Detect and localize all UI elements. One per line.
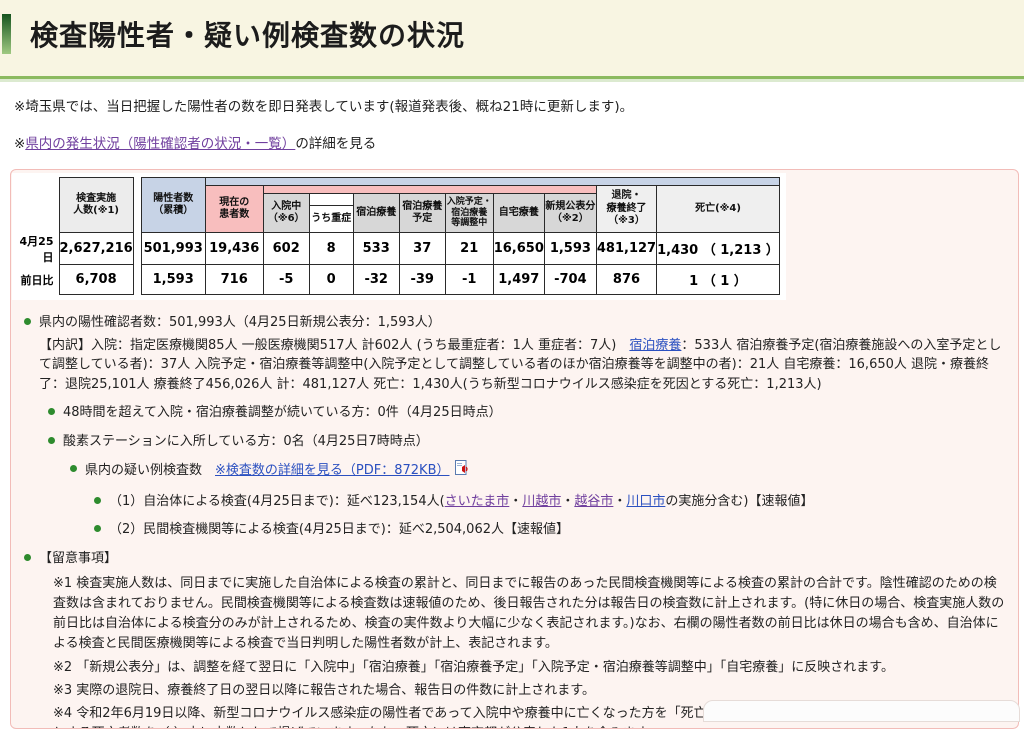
note2-prefix: ※: [14, 136, 25, 152]
bullet-icon: [24, 554, 31, 561]
list-item-oxygen-station: 酸素ステーションに入所している方：0名（4月25日7時時点）: [48, 432, 1006, 452]
cell-tested-diff: 6,708: [59, 265, 133, 295]
positive-count-text: 県内の陽性確認者数：501,993人（4月25日新規公表分：1,593人）: [39, 315, 441, 330]
cell-discharged-day: 481,127: [596, 233, 656, 265]
note-item-2: ※2 「新規公表分」は、調整を経て翌日に「入院中」「宿泊療養」「宿泊療養予定」「…: [53, 658, 1006, 678]
cell-hotel-planned-day: 37: [399, 233, 445, 265]
cell-home-day: 16,650: [493, 233, 544, 265]
municipal-tests-pre: （1）自治体による検査(4月25日まで)：延べ123,154人(: [109, 494, 445, 509]
remarks-heading: 【留意事項】: [39, 551, 117, 566]
row-label-date: 4月25日: [13, 233, 59, 265]
cell-home-diff: 1,497: [493, 265, 544, 295]
list-item-private-tests: （2）民間検査機関等による検査(4月25日まで)：延べ2,504,062人【速報…: [94, 520, 1006, 540]
cell-hospitalized-diff: -5: [263, 265, 309, 295]
th-death: 死亡(※4): [657, 186, 780, 233]
bullet-icon: [94, 525, 101, 532]
cell-hospitalized-day: 602: [263, 233, 309, 265]
city-separator: ・: [509, 494, 522, 509]
bullet-icon: [48, 437, 55, 444]
test-detail-pdf-link[interactable]: ※検査数の詳細を見る（PDF：872KB）: [215, 463, 449, 478]
cell-adjusting-diff: -1: [445, 265, 493, 295]
breakdown-text: 【内訳】入院：指定医療機関85人 一般医療機関517人 計602人 (うち最重症…: [39, 336, 1006, 395]
cell-hotel-planned-diff: -39: [399, 265, 445, 295]
corner-empty-cell: [13, 178, 59, 233]
cell-current-day: 19,436: [205, 233, 263, 265]
th-home-care: 自宅療養: [493, 194, 544, 233]
saitama-city-link[interactable]: さいたま市: [445, 494, 510, 509]
suspected-tests-label: 県内の疑い例検査数: [85, 463, 215, 478]
oxygen-station-text: 酸素ステーションに入所している方：0名（4月25日7時時点）: [63, 434, 429, 449]
bottom-cutoff-panel: [703, 700, 1020, 722]
kawaguchi-city-link[interactable]: 川口市: [626, 494, 665, 509]
cell-tested-day: 2,627,216: [59, 233, 133, 265]
note-daily-announce: ※埼玉県では、当日把握した陽性者の数を即日発表しています(報道発表後、概ね21時…: [14, 95, 1010, 115]
pink-band: [263, 186, 596, 194]
list-item-municipal-tests: （1）自治体による検査(4月25日まで)：延べ123,154人(さいたま市・川越…: [94, 492, 1006, 512]
title-accent-bar: [2, 14, 11, 54]
page-header: 検査陽性者・疑い例検査数の状況: [0, 0, 1024, 76]
list-item-suspected-tests: 県内の疑い例検査数 ※検査数の詳細を見る（PDF：872KB）: [70, 460, 1006, 483]
cell-discharged-diff: 876: [596, 265, 656, 295]
covid-status-table: 検査実施 人数(※1) 陽性者数 （累積） 現在の 患者数 退院・ 療養終了 （…: [13, 177, 780, 295]
cell-new-announced-diff: -704: [544, 265, 596, 295]
cell-positive-diff: 1,593: [141, 265, 205, 295]
cell-severe-diff: 0: [309, 265, 353, 295]
note-item-3: ※3 実際の退院日、療養終了日の翌日以降に報告された場合、報告日の件数に計上され…: [53, 681, 1006, 701]
cell-new-announced-day: 1,593: [544, 233, 596, 265]
bullet-icon: [70, 465, 77, 472]
private-tests-text: （2）民間検査機関等による検査(4月25日まで)：延べ2,504,062人【速報…: [109, 522, 569, 537]
list-item-positive-count: 県内の陽性確認者数：501,993人（4月25日新規公表分：1,593人） 【内…: [24, 313, 1006, 394]
th-hotel-planned: 宿泊療養 予定: [399, 194, 445, 233]
koshigaya-city-link[interactable]: 越谷市: [574, 494, 613, 509]
note-detail-link-line: ※県内の発生状況（陽性確認者の状況・一覧）の詳細を見る: [14, 132, 1010, 152]
list-item-48hours: 48時間を超えて入院・宿泊療養調整が続いている方：0件（4月25日時点）: [48, 403, 1006, 423]
th-discharged: 退院・ 療養終了 （※3）: [596, 186, 656, 233]
cell-death-day: 1,430 （ 1,213 ）: [657, 233, 780, 265]
bullet-content: 県内の陽性確認者数：501,993人（4月25日新規公表分：1,593人） 【内…: [12, 304, 1010, 729]
th-newly-announced: 新規公表分 （※2）: [544, 194, 596, 233]
top-notes: ※埼玉県では、当日把握した陽性者の数を即日発表しています(報道発表後、概ね21時…: [0, 82, 1024, 152]
note2-suffix: の詳細を見る: [295, 136, 376, 152]
48hours-text: 48時間を超えて入院・宿泊療養調整が続いている方：0件（4月25日時点）: [63, 405, 502, 420]
column-gap: [133, 178, 141, 295]
hotel-care-link[interactable]: 宿泊療養: [629, 338, 681, 353]
cell-adjusting-day: 21: [445, 233, 493, 265]
th-positive-total: 陽性者数 （累積）: [141, 178, 205, 233]
cell-current-diff: 716: [205, 265, 263, 295]
table-row-current-day: 4月25日 2,627,216 501,993 19,436 602 8 533…: [13, 233, 779, 265]
cell-severe-day: 8: [309, 233, 353, 265]
bullet-icon: [48, 408, 55, 415]
covid-table-wrapper: 検査実施 人数(※1) 陽性者数 （累積） 現在の 患者数 退院・ 療養終了 （…: [12, 173, 786, 300]
cell-positive-day: 501,993: [141, 233, 205, 265]
bullet-icon: [94, 497, 101, 504]
th-tested: 検査実施 人数(※1): [59, 178, 133, 233]
th-current-patients: 現在の 患者数: [205, 186, 263, 233]
cell-death-diff: 1 （ 1 ）: [657, 265, 780, 295]
cell-hotel-diff: -32: [353, 265, 399, 295]
cell-hotel-day: 533: [353, 233, 399, 265]
th-hospitalized: 入院中 （※6）: [263, 194, 309, 233]
city-separator: ・: [561, 494, 574, 509]
municipal-tests-post: の実施分含む)【速報値】: [665, 494, 813, 509]
th-adjusting: 入院予定・ 宿泊療養 等調整中: [445, 194, 493, 233]
page-title: 検査陽性者・疑い例検査数の状況: [30, 14, 465, 54]
blue-band: [205, 178, 779, 186]
bullet-icon: [24, 318, 31, 325]
breakdown-pre: 【内訳】入院：指定医療機関85人 一般医療機関517人 計602人 (うち最重症…: [39, 338, 629, 353]
status-panel: 検査実施 人数(※1) 陽性者数 （累積） 現在の 患者数 退院・ 療養終了 （…: [10, 169, 1019, 729]
th-severe: うち重症: [309, 206, 353, 233]
pdf-file-icon[interactable]: [455, 460, 470, 483]
kawagoe-city-link[interactable]: 川越市: [522, 494, 561, 509]
row-label-diff: 前日比: [13, 265, 59, 295]
note-item-1: ※1 検査実施人数は、同日までに実施した自治体による検査の累計と、同日までに報告…: [53, 574, 1006, 655]
severe-spacer-cell: [309, 194, 353, 206]
table-row-diff: 前日比 6,708 1,593 716 -5 0 -32 -39 -1 1,49…: [13, 265, 779, 295]
prefecture-status-link[interactable]: 県内の発生状況（陽性確認者の状況・一覧）: [25, 136, 295, 152]
th-hotel-care: 宿泊療養: [353, 194, 399, 233]
city-separator: ・: [613, 494, 626, 509]
